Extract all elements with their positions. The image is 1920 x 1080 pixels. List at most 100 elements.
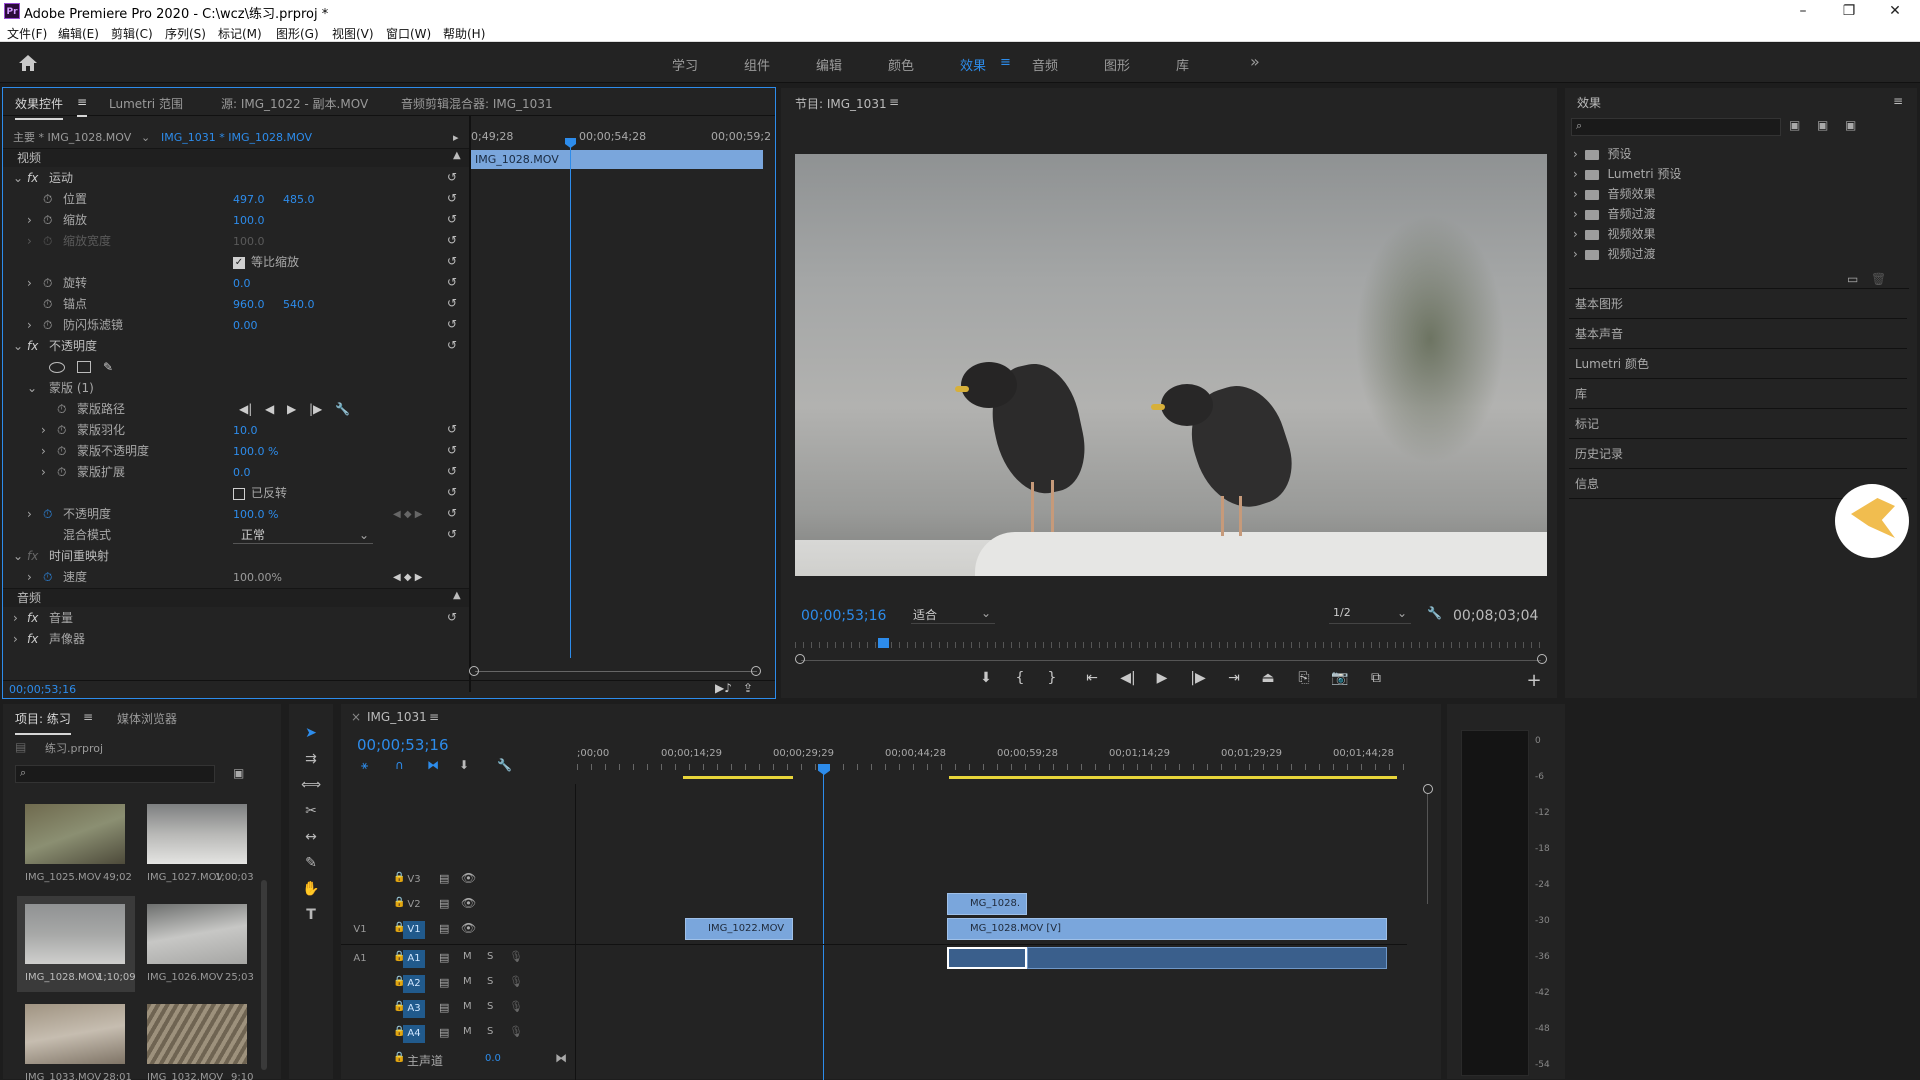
chevron-right-icon[interactable]: › [27,567,32,588]
chevron-down-icon[interactable]: ⌄ [141,128,150,147]
compare-icon[interactable]: ⧉ [1365,670,1387,686]
clip-img-1028-video[interactable]: MG_1028.MOV [V] [947,918,1387,940]
zoom-scrollbar[interactable] [475,671,757,672]
reset-icon[interactable]: ↺ [447,464,457,478]
chevron-right-icon[interactable]: › [41,420,46,441]
collapse-up-icon[interactable]: ▲ [453,150,461,161]
workspace-overflow-button[interactable]: » [1250,52,1260,71]
workspace-effects[interactable]: 效果 [960,55,986,74]
camera-icon[interactable]: 📷 [1329,670,1351,686]
linked-selection-icon[interactable]: ⧓ [427,758,439,772]
splitter[interactable] [469,116,471,692]
antiflicker-value[interactable]: 0.00 [233,315,258,336]
program-monitor-title[interactable]: 节目: IMG_1031 [795,95,887,112]
source-patch-v1[interactable]: V1 [349,921,371,939]
tree-item-video-effects[interactable]: › 视频效果 [1573,224,1655,244]
panel-markers[interactable]: 标记 [1569,409,1907,439]
track-label-v2[interactable]: V2 [403,896,425,914]
sync-lock-icon[interactable]: ▤ [439,922,449,935]
tab-lumetri-scopes[interactable]: Lumetri 范围 [109,95,183,112]
opacity-value[interactable]: 100.0 % [233,504,278,525]
tree-item-audio-transitions[interactable]: › 音频过渡 [1573,204,1655,224]
close-icon[interactable]: × [351,710,361,724]
panel-essential-graphics[interactable]: 基本图形 [1569,289,1907,319]
panel-menu-icon[interactable]: ≡ [429,710,439,724]
reset-icon[interactable]: ↺ [447,233,457,247]
stopwatch-icon[interactable]: ⏱ [43,315,52,336]
scroll-handle-left[interactable] [469,666,479,676]
go-to-out-icon[interactable]: ⇥ [1223,670,1245,686]
reset-icon[interactable]: ↺ [447,317,457,331]
ellipse-mask-icon[interactable] [49,362,65,373]
menu-help[interactable]: 帮助(H) [443,25,485,42]
chevron-right-icon[interactable]: › [41,462,46,483]
menu-graphics[interactable]: 图形(G) [276,25,319,42]
home-icon[interactable] [18,54,38,72]
clip-v2[interactable]: MG_1028. [947,893,1027,915]
slip-tool-icon[interactable]: ↔ [299,826,323,848]
new-bin-icon[interactable]: ▭ [1847,272,1858,286]
chevron-right-icon[interactable]: › [27,504,32,525]
thumbnail-img-1033[interactable] [25,1004,125,1064]
thumbnail-img-1028[interactable] [25,904,125,964]
close-button[interactable]: ✕ [1872,0,1918,22]
play-only-icon[interactable]: ▸ [453,128,459,147]
eye-icon[interactable]: 👁 [461,871,476,885]
tree-item-audio-effects[interactable]: › 音频效果 [1573,184,1655,204]
track-label-a3[interactable]: A3 [403,1000,425,1018]
menu-edit[interactable]: 编辑(E) [58,25,99,42]
stopwatch-icon[interactable]: ⏱ [43,273,52,294]
nest-icon[interactable]: ⚹ [361,758,368,773]
thumbnail-img-1027[interactable] [147,804,247,864]
tree-item-lumetri-presets[interactable]: › Lumetri 预设 [1573,164,1681,184]
timeline-timecode[interactable]: 00;00;53;16 [357,736,449,754]
stopwatch-icon[interactable]: ⏱ [57,462,66,483]
eye-icon[interactable]: 👁 [461,896,476,910]
mask-opacity-value[interactable]: 100.0 % [233,441,278,462]
mute-button[interactable]: M [463,951,472,962]
scroll-handle-right[interactable] [751,666,761,676]
solo-button[interactable]: S [487,951,493,962]
effects-search-input[interactable]: ⌕ [1571,118,1781,136]
step-forward-icon[interactable]: |▶ [1187,670,1209,686]
menu-file[interactable]: 文件(F) [7,25,47,42]
sequence-clip-label[interactable]: IMG_1031 * IMG_1028.MOV [161,128,312,147]
sync-lock-icon[interactable]: ▤ [439,1001,449,1014]
sync-lock-icon[interactable]: ▤ [439,951,449,964]
position-x-value[interactable]: 497.0 [233,189,265,210]
go-to-in-icon[interactable]: ⇤ [1081,670,1103,686]
rotation-value[interactable]: 0.0 [233,273,251,294]
razor-tool-icon[interactable]: ✂ [299,800,323,822]
panel-menu-icon[interactable]: ≡ [1893,94,1903,108]
workspace-libraries[interactable]: 库 [1176,55,1189,74]
track-label-a1[interactable]: A1 [403,950,425,968]
clip-img-1022[interactable]: IMG_1022.MOV [685,918,793,940]
stopwatch-icon[interactable]: ⏱ [57,399,66,420]
floating-assistant-icon[interactable] [1835,484,1909,558]
zoom-bar[interactable] [801,660,1541,661]
solo-button[interactable]: S [487,1001,493,1012]
timeline-playhead-line[interactable] [823,774,824,1080]
chevron-right-icon[interactable]: › [27,315,32,336]
anchor-x-value[interactable]: 960.0 [233,294,265,315]
microphone-icon[interactable]: 🎙 [509,950,523,963]
panel-menu-icon[interactable]: ≡ [889,95,899,109]
menu-view[interactable]: 视图(V) [332,25,374,42]
chevron-down-icon[interactable]: ⌄ [27,378,37,399]
track-label-a4[interactable]: A4 [403,1025,425,1043]
sync-lock-icon[interactable]: ▤ [439,1026,449,1039]
uniform-scale-checkbox[interactable]: ✓ [233,257,245,269]
add-marker-icon[interactable]: ⬇ [975,670,997,686]
keyframe-nav-icon[interactable]: ◀ ◆ ▶ [393,504,422,525]
sequence-tab[interactable]: IMG_1031 [367,710,427,724]
track-label-a2[interactable]: A2 [403,975,425,993]
play-icon[interactable]: ▶ [1151,670,1173,686]
32bit-icon[interactable]: ▣ [1817,118,1828,132]
ripple-edit-tool-icon[interactable]: ⟺ [299,774,323,796]
tree-item-presets[interactable]: › 预设 [1573,144,1631,164]
vertical-zoom-handle[interactable] [1423,784,1433,794]
mute-button[interactable]: M [463,1026,472,1037]
vertical-scroll-track[interactable] [1427,794,1428,904]
audio-clip-img-1028[interactable] [1027,947,1387,969]
blend-mode-dropdown[interactable]: 正常 ⌄ [233,527,373,544]
